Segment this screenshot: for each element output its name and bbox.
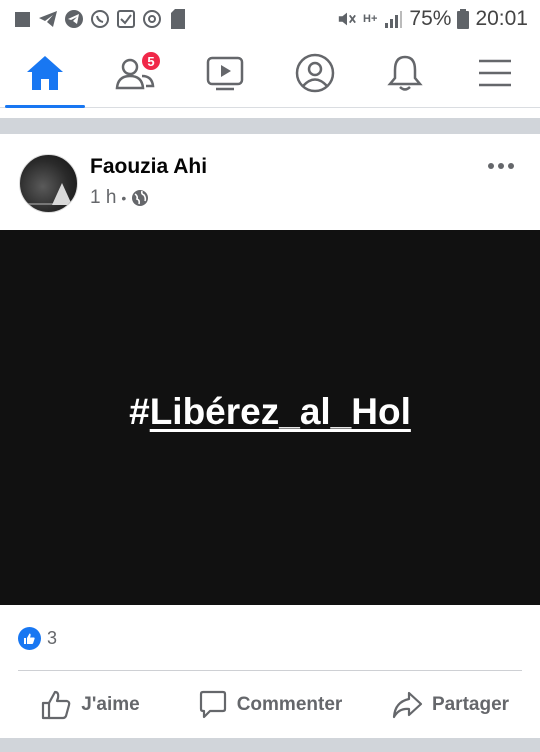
telegram-icon: [64, 9, 84, 29]
post-meta: 1 h •: [90, 187, 149, 209]
author-name[interactable]: Faouzia Ahi: [90, 155, 207, 179]
globe-icon: [132, 190, 149, 206]
share-label: Partager: [431, 694, 510, 715]
tab-home[interactable]: [0, 38, 90, 108]
sim-icon: [168, 9, 188, 29]
feed-separator-bottom: [0, 738, 540, 752]
friends-badge: 5: [140, 50, 162, 72]
network-type: H+: [363, 13, 378, 25]
battery-level: 75%: [409, 7, 452, 30]
chrome-icon: [142, 9, 162, 29]
hashtag-text: #Libérez_al_Hol: [129, 391, 411, 433]
battery-icon: [457, 9, 470, 29]
post-header: Faouzia Ahi 1 h •: [0, 134, 540, 230]
thumbs-up-icon: [42, 690, 71, 720]
tab-watch[interactable]: [180, 38, 270, 108]
comment-icon: [199, 690, 226, 719]
home-icon: [27, 56, 63, 90]
tab-menu[interactable]: [450, 38, 540, 108]
comment-label: Commenter: [236, 694, 343, 715]
post-actions: J'aime Commenter Partager: [0, 675, 540, 735]
bell-icon: [387, 55, 423, 91]
feed-separator: [0, 118, 540, 134]
telegram-icon: [38, 9, 58, 29]
meta-separator: •: [121, 190, 127, 206]
tab-friends[interactable]: 5: [90, 38, 180, 108]
tab-profile[interactable]: [270, 38, 360, 108]
like-reaction-icon: [18, 626, 41, 650]
post-time[interactable]: 1 h: [90, 187, 116, 209]
video-icon: [206, 56, 244, 91]
share-icon: [392, 691, 423, 719]
like-label: J'aime: [81, 694, 140, 715]
more-options-button[interactable]: [484, 154, 518, 178]
share-button[interactable]: Partager: [360, 675, 540, 735]
whatsapp-icon: [90, 9, 110, 29]
status-bar: H+ 75% 20:01: [0, 0, 540, 38]
signal-icon: [383, 9, 403, 29]
comment-button[interactable]: Commenter: [180, 675, 360, 735]
clock: 20:01: [475, 7, 528, 30]
tab-notifications[interactable]: [360, 38, 450, 108]
menu-icon: [479, 59, 511, 87]
reaction-summary[interactable]: 3: [18, 625, 57, 651]
hashtag-prefix: #: [129, 390, 150, 432]
square-icon: [12, 9, 32, 29]
checkbox-icon: [116, 9, 136, 29]
post-image[interactable]: #Libérez_al_Hol: [0, 230, 540, 605]
top-nav: 5: [0, 38, 540, 108]
mute-icon: [337, 9, 357, 29]
avatar[interactable]: [19, 154, 78, 213]
like-button[interactable]: J'aime: [0, 675, 180, 735]
profile-icon: [295, 53, 335, 93]
reaction-count: 3: [47, 627, 58, 648]
actions-divider: [18, 670, 522, 671]
hashtag-link[interactable]: Libérez_al_Hol: [150, 391, 411, 432]
